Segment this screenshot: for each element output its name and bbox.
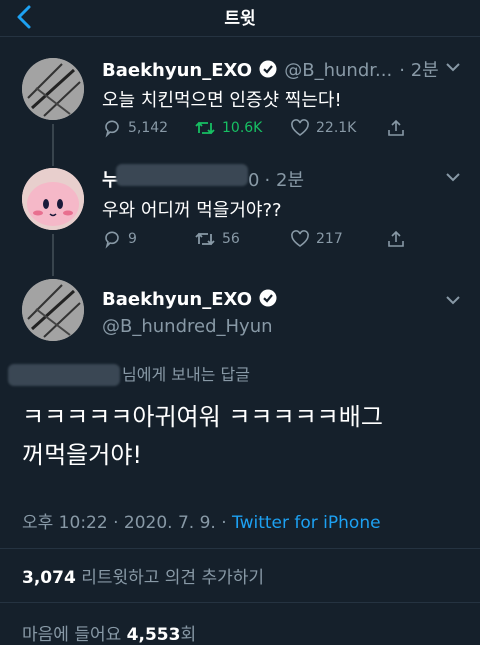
tweet-text: 우와 어디꺼 먹을거야?? [102, 200, 282, 221]
tweet-header: Baekhyun_EXO @B_hundr... · 2분 [102, 56, 439, 82]
redacted-name [116, 164, 248, 186]
tweet-datetime[interactable]: 오후 10:22 · 2020. 7. 9. · [22, 513, 227, 533]
chevron-down-icon[interactable] [445, 62, 461, 72]
tweet-source-link[interactable]: Twitter for iPhone [232, 513, 381, 533]
kirby-avatar-icon [22, 168, 84, 230]
divider [0, 602, 480, 603]
retweet-button[interactable]: 56 [194, 229, 240, 249]
timestamp[interactable]: · 2분 [399, 60, 438, 81]
avatar[interactable] [22, 58, 84, 120]
chevron-down-icon[interactable] [445, 172, 461, 182]
chevron-down-icon[interactable] [445, 295, 461, 305]
handle[interactable]: @B_hundr... [284, 60, 392, 81]
tweet-header-tail: 0 · 2분 [248, 166, 304, 192]
verified-badge-icon [259, 289, 277, 307]
like-button[interactable]: 22.1K [290, 118, 356, 138]
share-icon[interactable] [386, 229, 406, 249]
display-name[interactable]: Baekhyun_EXO [102, 60, 252, 81]
reply-icon [105, 231, 119, 249]
likes-suffix: 회 [180, 625, 197, 645]
like-count: 22.1K [316, 120, 357, 136]
retweet-icon [195, 121, 215, 135]
reply-button[interactable]: 9 [102, 229, 137, 249]
divider [0, 548, 480, 549]
retweets-label: 리트윗하고 의견 추가하기 [81, 568, 265, 588]
redacted-reply-target [8, 364, 120, 386]
tweet-meta: 오후 10:22 · 2020. 7. 9. · Twitter for iPh… [22, 508, 381, 533]
retweet-count: 10.6K [222, 120, 263, 136]
top-bar: 트윗 [0, 0, 480, 37]
likes-stat[interactable]: 마음에 들어요 4,553회 [22, 620, 196, 645]
thread-line [52, 234, 54, 276]
verified-badge-icon [259, 60, 277, 78]
retweet-count: 56 [222, 231, 240, 247]
reply-button[interactable]: 5,142 [102, 118, 168, 138]
reply-to-label: 님에게 보내는 답글 [122, 365, 250, 384]
avatar-image-icon [22, 58, 84, 120]
thread-line [52, 124, 54, 166]
timestamp[interactable]: · 2분 [265, 170, 304, 191]
reply-icon [105, 120, 119, 138]
likes-count: 4,553 [126, 625, 181, 645]
avatar-image-icon [22, 279, 84, 341]
reply-count: 9 [128, 231, 137, 247]
share-icon[interactable] [386, 118, 406, 138]
display-name[interactable]: Baekhyun_EXO [102, 289, 252, 310]
retweet-button[interactable]: 10.6K [194, 118, 262, 138]
avatar[interactable] [22, 168, 84, 230]
heart-icon [291, 230, 309, 247]
reply-count: 5,142 [128, 120, 169, 136]
avatar[interactable] [22, 279, 84, 341]
page-title: 트윗 [224, 9, 256, 29]
like-count: 217 [316, 231, 343, 247]
likes-label: 마음에 들어요 [22, 625, 122, 645]
retweets-stat[interactable]: 3,074 리트윗하고 의견 추가하기 [22, 563, 264, 588]
handle[interactable]: @B_hundred_Hyun [102, 316, 273, 337]
tweet-text-line-2: 꺼먹을거야! [22, 441, 143, 469]
retweets-count: 3,074 [22, 568, 76, 588]
tweet-text: ㅋㅋㅋㅋㅋ아귀여워 ㅋㅋㅋㅋㅋ배그 꺼먹을거야! [22, 398, 383, 474]
handle[interactable]: 0 [248, 170, 259, 191]
tweet-text: 오늘 치킨먹으면 인증샷 찍는다! [102, 90, 342, 111]
like-button[interactable]: 217 [290, 229, 343, 249]
author-name-row: Baekhyun_EXO [102, 289, 277, 310]
tweet-text-line-1: ㅋㅋㅋㅋㅋ아귀여워 ㅋㅋㅋㅋㅋ배그 [22, 403, 383, 431]
heart-icon [291, 119, 309, 136]
retweet-icon [195, 232, 215, 246]
